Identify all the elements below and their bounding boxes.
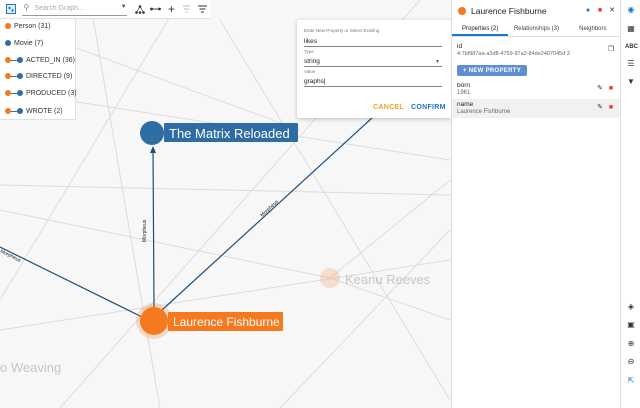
node-label: Keanu Reeves [345,272,431,287]
search-box[interactable]: ⚲ ▼ [22,2,127,16]
property-value: Laurence Fishburne [457,109,511,115]
property-key-input[interactable] [304,37,442,45]
relationship-icon [5,108,23,114]
edge-acted-in[interactable] [152,147,155,308]
edge-labels: Morpheus Morpheus Morpheus [0,199,280,264]
add-icon[interactable]: + [164,1,179,17]
hierarchy-icon[interactable] [133,1,148,17]
graph-legend: Person (31) Movie (7) ACTED_IN (36) DIRE… [0,19,77,120]
property-type-select[interactable]: string ▼ [304,56,442,67]
legend-label: WROTE (2) [26,107,63,115]
edge-label: Morpheus [0,248,22,264]
node-label: o Weaving [0,360,61,375]
property-value-field[interactable] [304,76,442,87]
legend-item-directed[interactable]: DIRECTED (9) [5,70,72,82]
property-key-field[interactable] [304,36,442,47]
collapse-icon[interactable]: ⇱ [625,375,637,387]
filter-off-icon[interactable] [179,1,194,17]
fit-view-icon[interactable]: ▣ [625,319,637,331]
property-type-value: string [304,57,320,65]
legend-item-produced[interactable]: PRODUCED (3) [5,87,77,99]
legend-item-wrote[interactable]: WROTE (2) [5,105,63,117]
chevron-down-icon[interactable]: ▼ [121,4,127,10]
cancel-button[interactable]: CANCEL [373,104,404,111]
relationship-icon [5,90,23,96]
property-value: 1961 [457,90,471,96]
legend-label: DIRECTED (9) [26,72,73,80]
close-icon[interactable]: ✕ [607,6,617,16]
delete-icon[interactable]: ■ [595,6,605,16]
edit-icon[interactable]: ✎ [596,85,604,93]
node-keanu-reeves[interactable]: Keanu Reeves [320,268,431,288]
node-the-matrix-reloaded[interactable]: The Matrix Reloaded [140,121,298,145]
tab-properties[interactable]: Properties (2) [452,22,509,36]
legend-label: ACTED_IN (36) [26,56,76,64]
filter-icon[interactable]: ▼ [625,76,637,88]
graph-app: The Matrix Reloaded Keanu Reeves o Weavi… [0,0,640,408]
inspector-icon[interactable]: ◉ [625,4,637,16]
person-node-circle[interactable] [320,268,340,288]
person-node-circle[interactable] [140,307,168,335]
new-property-button[interactable]: + NEW PROPERTY [457,65,527,76]
node-inspector-panel: Laurence Fishburne ● ■ ✕ Properties (2) … [451,0,621,408]
search-input[interactable] [34,5,125,12]
search-icon: ⚲ [23,3,30,12]
legend-label: Movie (7) [14,39,44,47]
id-key: id [457,43,463,50]
movie-node-circle[interactable] [140,121,164,145]
person-color-dot [5,23,11,29]
property-key: born [457,82,471,89]
panel-header: Laurence Fishburne ● ■ ✕ [452,0,621,22]
legend-item-movie[interactable]: Movie (7) [5,37,43,49]
delete-icon[interactable]: ■ [607,104,615,112]
edge-label: Morpheus [142,219,148,242]
type-caption: Type [304,49,314,54]
property-value-input[interactable] [304,77,442,85]
node-label: Laurence Fishburne [173,315,280,329]
panel-tabs: Properties (2) Relationships (3) Neighbo… [452,22,621,37]
edge-label: Morpheus [259,199,280,219]
movie-color-dot [5,40,11,46]
tab-neighbors[interactable]: Neighbors [565,22,621,36]
zoom-in-icon[interactable]: ⊕ [625,338,637,350]
top-toolbar: ⚲ ▼ + [0,0,210,19]
legend-label: Person (31) [14,22,51,30]
palette-icon[interactable]: ● [583,6,593,16]
node-hugo-weaving[interactable]: o Weaving [0,360,61,375]
add-property-dialog: Enter New Property or Select Existing Ty… [297,20,451,118]
relationship-icon [5,73,23,79]
copy-icon[interactable]: ❐ [607,46,615,54]
legend-item-person[interactable]: Person (31) [5,20,51,32]
panel-title: Laurence Fishburne [471,6,547,16]
legend-item-acted-in[interactable]: ACTED_IN (36) [5,54,75,66]
edge-arrowhead [150,146,156,153]
layers-icon[interactable]: ◈ [625,301,637,313]
zoom-out-icon[interactable]: ⊖ [625,356,637,368]
graph-view-icon[interactable] [3,1,18,17]
delete-icon[interactable]: ■ [607,85,615,93]
relationship-icon[interactable] [148,1,163,17]
selected-edges [0,117,373,318]
confirm-button[interactable]: CONFIRM [411,104,446,111]
relationship-icon [5,57,23,63]
table-icon[interactable]: ▦ [625,23,637,35]
sliders-icon[interactable]: ☰ [625,58,637,70]
id-value: 4:7bf987aa-a3d8-4759-97a2-84de2407045d:3 [457,51,570,57]
property-key: name [457,101,474,108]
legend-label: PRODUCED (3) [26,89,77,97]
node-color-dot [458,7,466,15]
text-format-icon[interactable]: ABC [625,41,638,53]
edit-icon[interactable]: ✎ [596,104,604,112]
key-caption: Enter New Property or Select Existing [304,28,380,33]
node-label: The Matrix Reloaded [169,126,290,141]
right-tool-rail: ◉ ▦ ABC ☰ ▼ ◈ ▣ ⊕ ⊖ ⇱ [620,0,640,408]
list-filter-icon[interactable] [195,1,210,17]
tab-relationships[interactable]: Relationships (3) [508,22,564,36]
value-caption: Value [304,69,316,74]
chevron-down-icon[interactable]: ▼ [435,59,440,65]
node-laurence-fishburne[interactable]: Laurence Fishburne [136,303,283,339]
